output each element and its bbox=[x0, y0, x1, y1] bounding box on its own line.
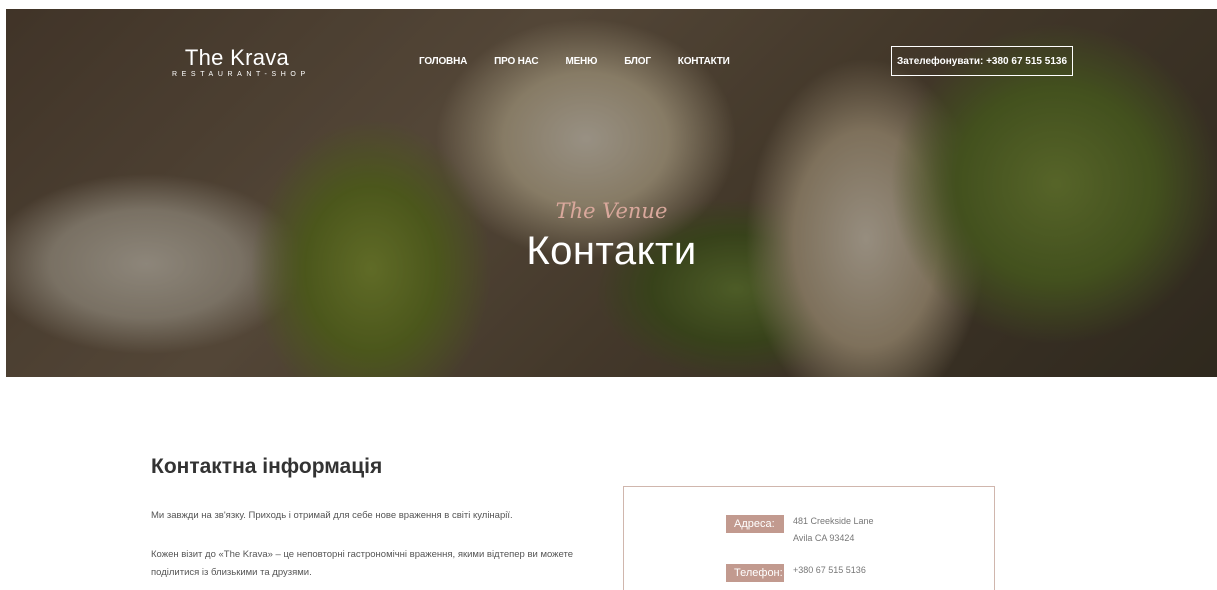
nav-about[interactable]: ПРО НАС bbox=[494, 56, 539, 67]
phone-label: Телефон: bbox=[726, 564, 784, 582]
site-logo[interactable]: The Krava RESTAURANT-SHOP bbox=[172, 45, 310, 79]
hero-banner: The Krava RESTAURANT-SHOP ГОЛОВНА ПРО НА… bbox=[6, 9, 1217, 377]
main-nav: ГОЛОВНА ПРО НАС МЕНЮ БЛОГ КОНТАКТИ bbox=[419, 56, 757, 67]
contact-heading: Контактна інформація bbox=[151, 455, 383, 478]
phone-value[interactable]: +380 67 515 5136 bbox=[793, 564, 866, 577]
nav-blog[interactable]: БЛОГ bbox=[624, 56, 651, 67]
address-label: Адреса: bbox=[726, 515, 784, 533]
contact-paragraph-2: Кожен візит до «The Krava» – це неповтор… bbox=[151, 549, 574, 578]
contact-info-box: Адреса: 481 Creekside Lane Avila CA 9342… bbox=[623, 486, 995, 590]
nav-home[interactable]: ГОЛОВНА bbox=[419, 56, 467, 67]
contact-paragraph-1: Ми завжди на зв'язку. Приходь і отримай … bbox=[151, 510, 513, 521]
page-title: Контакти bbox=[526, 229, 697, 273]
address-line-1: 481 Creekside Lane bbox=[793, 516, 874, 526]
hero-script-text: The Venue bbox=[555, 199, 668, 223]
logo-title: The Krava bbox=[184, 45, 290, 70]
logo-subtitle: RESTAURANT-SHOP bbox=[172, 71, 310, 78]
call-button[interactable]: Зателефонувати: +380 67 515 5136 bbox=[891, 46, 1073, 76]
nav-menu[interactable]: МЕНЮ bbox=[565, 56, 597, 67]
nav-contacts[interactable]: КОНТАКТИ bbox=[678, 56, 730, 67]
address-line-2: Avila CA 93424 bbox=[793, 533, 855, 543]
